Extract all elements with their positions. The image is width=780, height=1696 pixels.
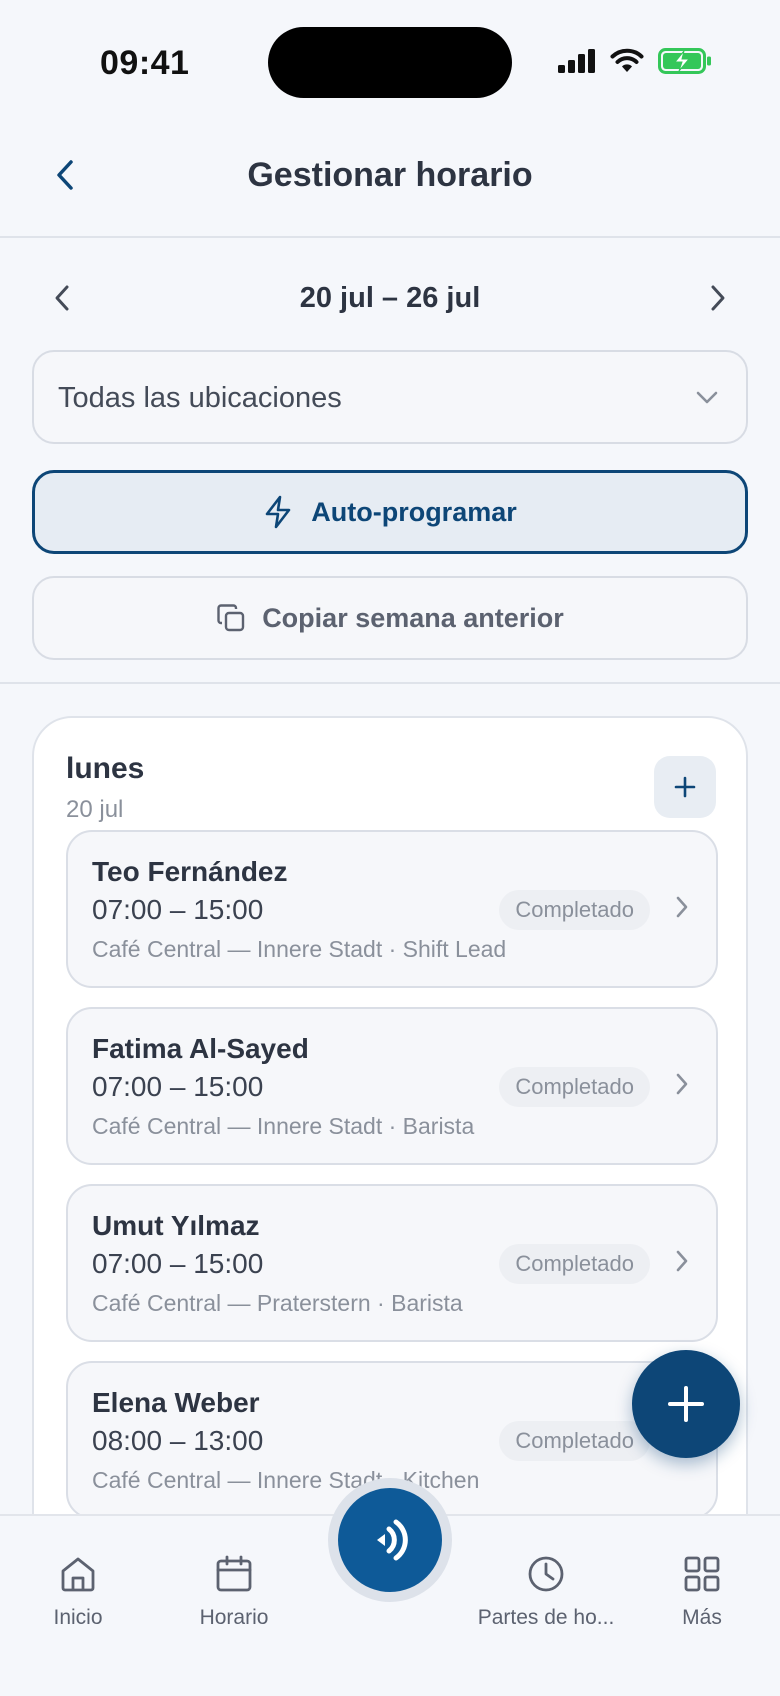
grid-icon	[684, 1556, 720, 1592]
shift-time: 07:00 – 15:00	[92, 894, 264, 925]
shift-card[interactable]: Teo Fernández 07:00 – 15:00 Café Central…	[66, 830, 718, 988]
lightning-icon	[265, 495, 291, 529]
signal-icon	[558, 49, 595, 73]
plus-icon	[668, 1386, 704, 1422]
tab-label: Inicio	[53, 1606, 103, 1629]
shift-location-role: Café Central — Innere Stadt · Barista	[92, 1113, 475, 1139]
auto-schedule-button[interactable]: Auto-programar	[32, 470, 748, 554]
tab-label: Horario	[199, 1606, 269, 1629]
auto-schedule-label: Auto-programar	[311, 496, 517, 527]
page-title: Gestionar horario	[247, 156, 533, 194]
nfc-icon	[377, 1519, 408, 1561]
day-name: lunes	[66, 752, 145, 785]
chevron-right-icon	[676, 896, 688, 918]
location-select-value: Todas las ubicaciones	[58, 382, 342, 414]
battery-charging-icon	[658, 48, 711, 74]
next-week-button[interactable]	[694, 274, 742, 322]
plus-icon	[674, 776, 696, 798]
tab-label: Partes de ho...	[477, 1606, 615, 1629]
shift-employee-name: Elena Weber	[92, 1387, 260, 1418]
shift-employee-name: Fatima Al-Sayed	[92, 1033, 309, 1064]
shift-location-role: Café Central — Praterstern · Barista	[92, 1290, 463, 1316]
chevron-right-icon	[676, 1073, 688, 1095]
copy-previous-week-button[interactable]: Copiar semana anterior	[32, 576, 748, 660]
status-badge: Completado	[499, 890, 650, 930]
header: Gestionar horario	[0, 120, 780, 238]
add-shift-button[interactable]	[654, 756, 716, 818]
status-badge: Completado	[499, 1421, 650, 1461]
center-action-ring	[328, 1478, 452, 1602]
copy-previous-week-label: Copiar semana anterior	[262, 602, 564, 633]
status-time: 09:41	[100, 44, 190, 82]
status-bar: 09:41	[0, 0, 780, 120]
chevron-down-icon	[696, 391, 718, 404]
status-badge: Completado	[499, 1067, 650, 1107]
add-floating-button[interactable]	[632, 1350, 740, 1458]
schedule-controls: 20 jul – 26 jul Todas las ubicaciones Au…	[0, 238, 780, 684]
shift-employee-name: Umut Yılmaz	[92, 1210, 260, 1241]
location-select[interactable]: Todas las ubicaciones	[32, 350, 748, 444]
shift-time: 08:00 – 13:00	[92, 1425, 264, 1456]
wifi-icon	[610, 48, 644, 72]
shift-card[interactable]: Fatima Al-Sayed 07:00 – 15:00 Café Centr…	[66, 1007, 718, 1165]
chevron-right-icon	[711, 285, 725, 311]
tab-inicio[interactable]: Inicio	[0, 1550, 158, 1630]
clock-icon	[528, 1556, 564, 1592]
copy-icon	[217, 604, 245, 632]
shift-card[interactable]: Umut Yılmaz 07:00 – 15:00 Café Central —…	[66, 1184, 718, 1342]
chevron-right-icon	[676, 1250, 688, 1272]
shift-time: 07:00 – 15:00	[92, 1248, 264, 1279]
shift-employee-name: Teo Fernández	[92, 856, 288, 887]
day-date: 20 jul	[66, 796, 124, 823]
week-navigator: 20 jul – 26 jul	[0, 268, 780, 328]
status-badge: Completado	[499, 1244, 650, 1284]
week-range-label: 20 jul – 26 jul	[299, 282, 481, 314]
tab-horario[interactable]: Horario	[154, 1550, 314, 1630]
tab-label: Más	[682, 1606, 722, 1629]
calendar-icon	[216, 1555, 252, 1592]
status-icons	[558, 48, 712, 74]
dynamic-island	[268, 27, 512, 98]
shift-time: 07:00 – 15:00	[92, 1071, 264, 1102]
nfc-clock-in-button[interactable]	[338, 1488, 442, 1592]
home-icon	[61, 1557, 95, 1592]
tab-mas[interactable]: Más	[622, 1550, 780, 1630]
shift-location-role: Café Central — Innere Stadt · Shift Lead	[92, 936, 507, 962]
tab-partes-de-horas[interactable]: Partes de ho...	[466, 1550, 626, 1630]
